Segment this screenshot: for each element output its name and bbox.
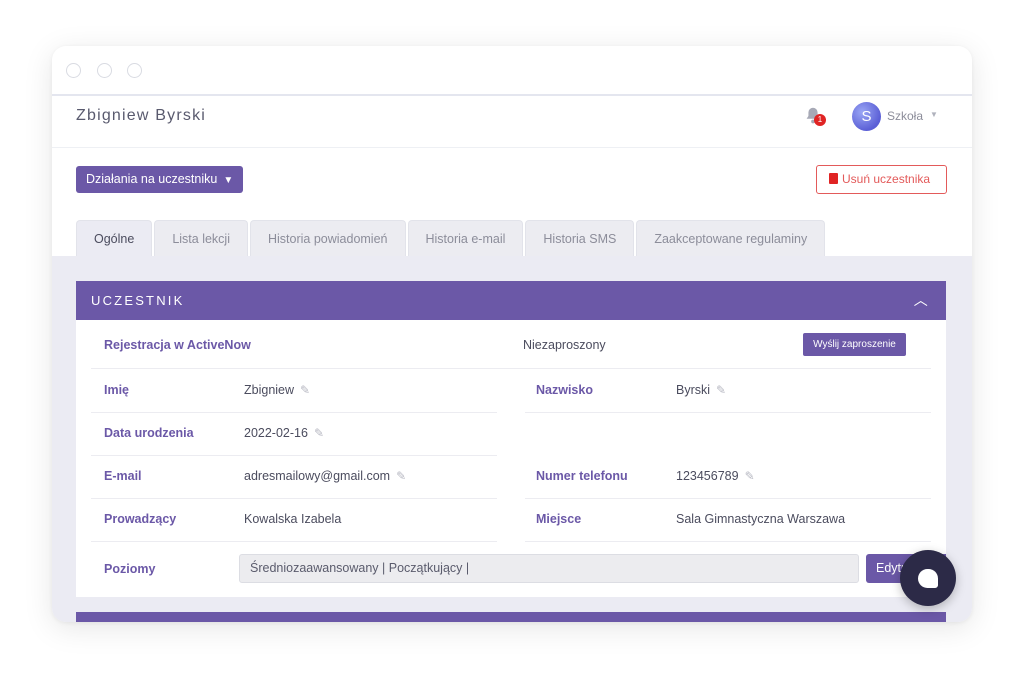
delete-participant-button[interactable]: Usuń uczestnika — [816, 165, 947, 194]
user-menu-label[interactable]: Szkoła — [887, 109, 923, 123]
tab-accepted-terms[interactable]: Zaakceptowane regulaminy — [636, 220, 826, 256]
chevron-down-icon: ▼ — [223, 175, 234, 186]
phone-label: Numer telefonu — [536, 469, 628, 483]
row-divider — [525, 541, 931, 542]
pencil-icon[interactable]: ✎ — [396, 469, 406, 483]
participant-section-header[interactable]: UCZESTNIK ︿ — [76, 281, 946, 320]
email-value[interactable]: adresmailowy@gmail.com ✎ — [244, 469, 406, 483]
participant-card: UCZESTNIK ︿ Rejestracja w ActiveNow Niez… — [76, 281, 946, 597]
birth-date-value[interactable]: 2022-02-16 ✎ — [244, 426, 324, 440]
tab-lessons[interactable]: Lista lekcji — [154, 220, 248, 256]
last-name-label: Nazwisko — [536, 383, 593, 397]
row-divider — [525, 498, 931, 499]
registration-label: Rejestracja w ActiveNow — [104, 338, 251, 352]
page-title: Zbigniew Byrski — [76, 107, 207, 124]
tab-sms-history[interactable]: Historia SMS — [525, 220, 635, 256]
send-invitation-button[interactable]: Wyślij zaproszenie — [803, 333, 906, 356]
section-title: UCZESTNIK — [91, 293, 185, 308]
pencil-icon[interactable]: ✎ — [716, 383, 726, 397]
chevron-down-icon[interactable]: ▼ — [930, 110, 938, 119]
trash-icon — [829, 173, 838, 184]
row-divider — [91, 412, 497, 413]
delete-participant-label: Usuń uczestnika — [842, 172, 931, 186]
window-control-close[interactable] — [66, 63, 81, 78]
row-divider — [525, 412, 931, 413]
tab-email-history[interactable]: Historia e-mail — [407, 220, 524, 256]
row-divider — [91, 498, 497, 499]
tab-notification-history[interactable]: Historia powiadomień — [249, 220, 406, 256]
chevron-up-icon[interactable]: ︿ — [914, 281, 930, 320]
place-value: Sala Gimnastyczna Warszawa — [676, 512, 846, 526]
phone-value[interactable]: 123456789 ✎ — [676, 469, 755, 483]
avatar[interactable]: S — [852, 102, 881, 131]
row-divider — [91, 455, 497, 456]
email-label: E-mail — [104, 469, 142, 483]
chat-widget-button[interactable] — [900, 550, 956, 606]
tab-general[interactable]: Ogólne — [76, 220, 153, 256]
levels-label: Poziomy — [104, 562, 156, 576]
pencil-icon[interactable]: ✎ — [745, 469, 755, 483]
participant-actions-label: Działania na uczestniku — [86, 172, 218, 186]
tab-bar: Ogólne Lista lekcji Historia powiadomień… — [76, 220, 827, 256]
instructor-value: Kowalska Izabela — [244, 512, 342, 526]
instructor-label: Prowadzący — [104, 512, 177, 526]
registration-value: Niezaproszony — [523, 338, 606, 352]
page-header: Zbigniew Byrski 1 S Szkoła ▼ — [52, 98, 972, 148]
window-titlebar — [52, 46, 972, 96]
first-name-label: Imię — [104, 383, 130, 397]
last-name-value[interactable]: Byrski ✎ — [676, 383, 726, 397]
window-control-maximize[interactable] — [127, 63, 142, 78]
levels-field[interactable]: Średniozaawansowany | Początkujący | — [239, 554, 859, 583]
place-label: Miejsce — [536, 512, 582, 526]
first-name-value[interactable]: Zbigniew ✎ — [244, 383, 310, 397]
pencil-icon[interactable]: ✎ — [300, 383, 310, 397]
chat-icon — [918, 569, 938, 588]
row-divider — [91, 541, 497, 542]
browser-window: Zbigniew Byrski 1 S Szkoła ▼ Działania n… — [52, 46, 972, 622]
birth-date-label: Data urodzenia — [104, 426, 194, 440]
next-section-header[interactable] — [76, 612, 946, 622]
participant-actions-button[interactable]: Działania na uczestniku ▼ — [76, 166, 244, 193]
row-divider — [91, 368, 931, 369]
notification-badge: 1 — [814, 114, 826, 126]
window-control-minimize[interactable] — [97, 63, 112, 78]
pencil-icon[interactable]: ✎ — [314, 426, 324, 440]
